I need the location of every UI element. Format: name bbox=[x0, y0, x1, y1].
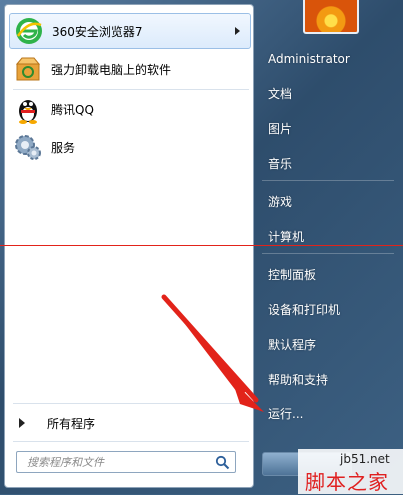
program-label: 腾讯QQ bbox=[51, 102, 94, 117]
user-avatar[interactable] bbox=[303, 0, 359, 34]
annotation-line bbox=[0, 245, 403, 246]
divider bbox=[262, 253, 394, 254]
services-gear-icon bbox=[13, 132, 43, 162]
all-programs-button[interactable]: 所有程序 bbox=[13, 411, 249, 435]
uninstall-box-icon bbox=[13, 54, 43, 84]
right-item-help-support[interactable]: 帮助和支持 bbox=[268, 370, 328, 390]
program-label: 360安全浏览器7 bbox=[52, 24, 143, 39]
right-item-music[interactable]: 音乐 bbox=[268, 154, 292, 174]
right-item-pictures[interactable]: 图片 bbox=[268, 119, 292, 139]
programs-pane: 360安全浏览器7 强力卸载电脑上的软件 腾讯QQ 服务 所有程序 bbox=[4, 4, 254, 488]
program-item-qq[interactable]: 腾讯QQ bbox=[9, 91, 251, 127]
right-item-default-programs[interactable]: 默认程序 bbox=[268, 335, 316, 355]
right-item-computer[interactable]: 计算机 bbox=[268, 227, 304, 247]
program-label: 强力卸载电脑上的软件 bbox=[51, 62, 172, 77]
right-item-devices-printers[interactable]: 设备和打印机 bbox=[268, 300, 340, 320]
program-item-360-browser[interactable]: 360安全浏览器7 bbox=[9, 13, 251, 49]
program-label: 服务 bbox=[51, 140, 76, 155]
right-item-games[interactable]: 游戏 bbox=[268, 192, 292, 212]
right-item-run[interactable]: 运行... bbox=[268, 404, 303, 424]
divider bbox=[13, 403, 249, 404]
all-programs-label: 所有程序 bbox=[47, 416, 96, 431]
watermark-url: jb51.net bbox=[340, 452, 390, 466]
divider bbox=[13, 89, 249, 90]
right-item-documents[interactable]: 文档 bbox=[268, 84, 292, 104]
expand-arrow-icon bbox=[19, 418, 25, 428]
search-box[interactable] bbox=[16, 451, 236, 473]
search-input[interactable] bbox=[25, 454, 219, 470]
divider bbox=[262, 180, 394, 181]
program-item-services[interactable]: 服务 bbox=[9, 129, 251, 165]
program-item-uninstaller[interactable]: 强力卸载电脑上的软件 bbox=[9, 51, 251, 87]
submenu-arrow-icon[interactable] bbox=[235, 27, 240, 35]
divider bbox=[13, 441, 249, 442]
right-item-control-panel[interactable]: 控制面板 bbox=[268, 265, 316, 285]
watermark-text: 脚本之家 bbox=[305, 470, 389, 494]
browser-360-icon bbox=[14, 16, 44, 46]
right-item-user[interactable]: Administrator bbox=[268, 49, 350, 69]
qq-penguin-icon bbox=[13, 94, 43, 124]
search-icon[interactable] bbox=[215, 455, 230, 470]
